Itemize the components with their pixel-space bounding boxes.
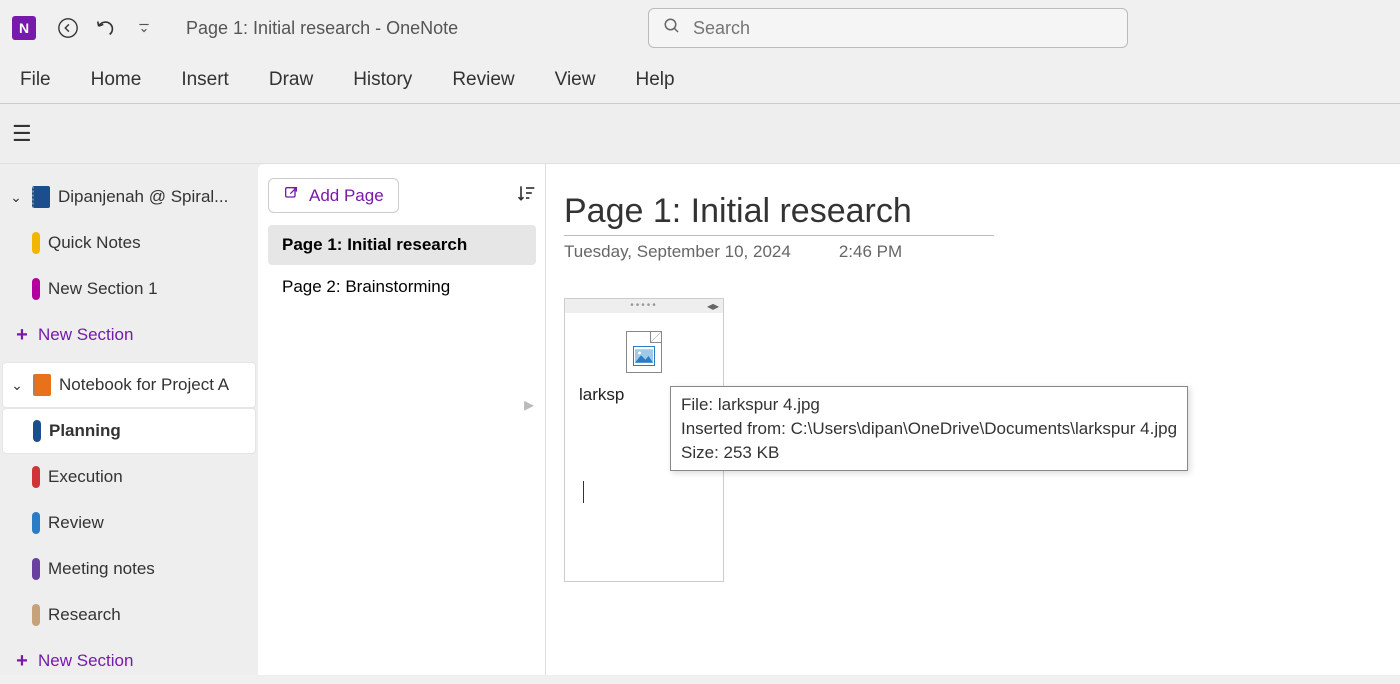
section-label: New Section 1 [48,279,248,299]
section-color-tab [32,278,40,300]
new-section-label: New Section [38,325,248,345]
add-page-label: Add Page [309,186,384,206]
section-meeting-notes[interactable]: Meeting notes [2,546,256,592]
tooltip-path-line: Inserted from: C:\Users\dipan\OneDrive\D… [681,417,1177,441]
compose-icon [283,185,299,206]
page-time: 2:46 PM [839,242,902,262]
notebook-item-project-a[interactable]: ⌄ Notebook for Project A [2,362,256,408]
chevron-down-icon: ⌄ [9,377,25,394]
menu-home[interactable]: Home [91,69,142,91]
app-icon: N [12,16,36,40]
section-color-tab [33,420,41,442]
grip-dots-icon: ••••• [630,303,658,309]
note-container-drag-handle[interactable]: ••••• ◂▸ [565,299,723,313]
notebook-pane: ⌄ Dipanjenah @ Spiral... Quick Notes New… [0,164,258,675]
navigation-toggle-icon[interactable]: ☰ [12,121,32,147]
resize-horizontal-icon[interactable]: ◂▸ [707,299,719,313]
back-button[interactable] [54,14,82,42]
section-planning[interactable]: Planning [2,408,256,454]
menu-insert[interactable]: Insert [181,69,229,91]
section-label: Meeting notes [48,559,248,579]
file-image-icon [626,331,662,373]
menu-bar: File Home Insert Draw History Review Vie… [0,56,1400,104]
notebook-icon [33,374,51,396]
notebook-icon [32,186,50,208]
search-input[interactable] [693,18,1113,39]
add-page-button[interactable]: Add Page [268,178,399,213]
section-color-tab [32,558,40,580]
customize-quick-access-dropdown[interactable] [130,14,158,42]
window-title: Page 1: Initial research - OneNote [186,18,458,39]
section-new-section-1[interactable]: New Section 1 [2,266,256,312]
section-color-tab [32,232,40,254]
undo-button[interactable] [92,14,120,42]
text-cursor [583,481,723,503]
menu-review[interactable]: Review [452,69,514,91]
section-label: Review [48,513,248,533]
menu-file[interactable]: File [20,69,51,91]
title-bar: N Page 1: Initial research - OneNote [0,0,1400,56]
section-research[interactable]: Research [2,592,256,638]
section-color-tab [32,512,40,534]
add-section-button[interactable]: + New Section [2,312,256,358]
search-icon [663,17,681,40]
file-info-tooltip: File: larkspur 4.jpg Inserted from: C:\U… [670,386,1188,471]
page-title[interactable]: Page 1: Initial research [564,192,994,231]
menu-history[interactable]: History [353,69,412,91]
section-review[interactable]: Review [2,500,256,546]
section-label: Research [48,605,248,625]
section-label: Planning [49,421,247,441]
section-label: Execution [48,467,248,487]
sort-pages-button[interactable] [516,183,536,208]
tooltip-size-line: Size: 253 KB [681,441,1177,465]
tooltip-file-line: File: larkspur 4.jpg [681,393,1177,417]
add-section-button[interactable]: + New Section [2,638,256,684]
notebook-item-dipanjenah[interactable]: ⌄ Dipanjenah @ Spiral... [2,174,256,220]
page-item-brainstorming[interactable]: Page 2: Brainstorming [268,267,536,307]
plus-icon: + [14,324,30,347]
search-box[interactable] [648,8,1128,48]
pages-pane: Add Page Page 1: Initial research Page 2… [258,164,546,675]
section-label: Quick Notes [48,233,248,253]
collapse-handle-icon[interactable]: ▸ [524,392,534,417]
menu-draw[interactable]: Draw [269,69,313,91]
menu-help[interactable]: Help [635,69,674,91]
section-color-tab [32,604,40,626]
section-quick-notes[interactable]: Quick Notes [2,220,256,266]
notebook-label: Dipanjenah @ Spiral... [58,187,248,207]
page-date: Tuesday, September 10, 2024 [564,242,791,262]
page-item-initial-research[interactable]: Page 1: Initial research [268,225,536,265]
menu-view[interactable]: View [555,69,596,91]
title-underline [564,235,994,236]
section-color-tab [32,466,40,488]
page-meta: Tuesday, September 10, 2024 2:46 PM [564,242,1400,262]
plus-icon: + [14,650,30,673]
ribbon-area: ☰ [0,104,1400,164]
notebook-label: Notebook for Project A [59,375,247,395]
chevron-down-icon: ⌄ [8,189,24,206]
section-execution[interactable]: Execution [2,454,256,500]
new-section-label: New Section [38,651,248,671]
